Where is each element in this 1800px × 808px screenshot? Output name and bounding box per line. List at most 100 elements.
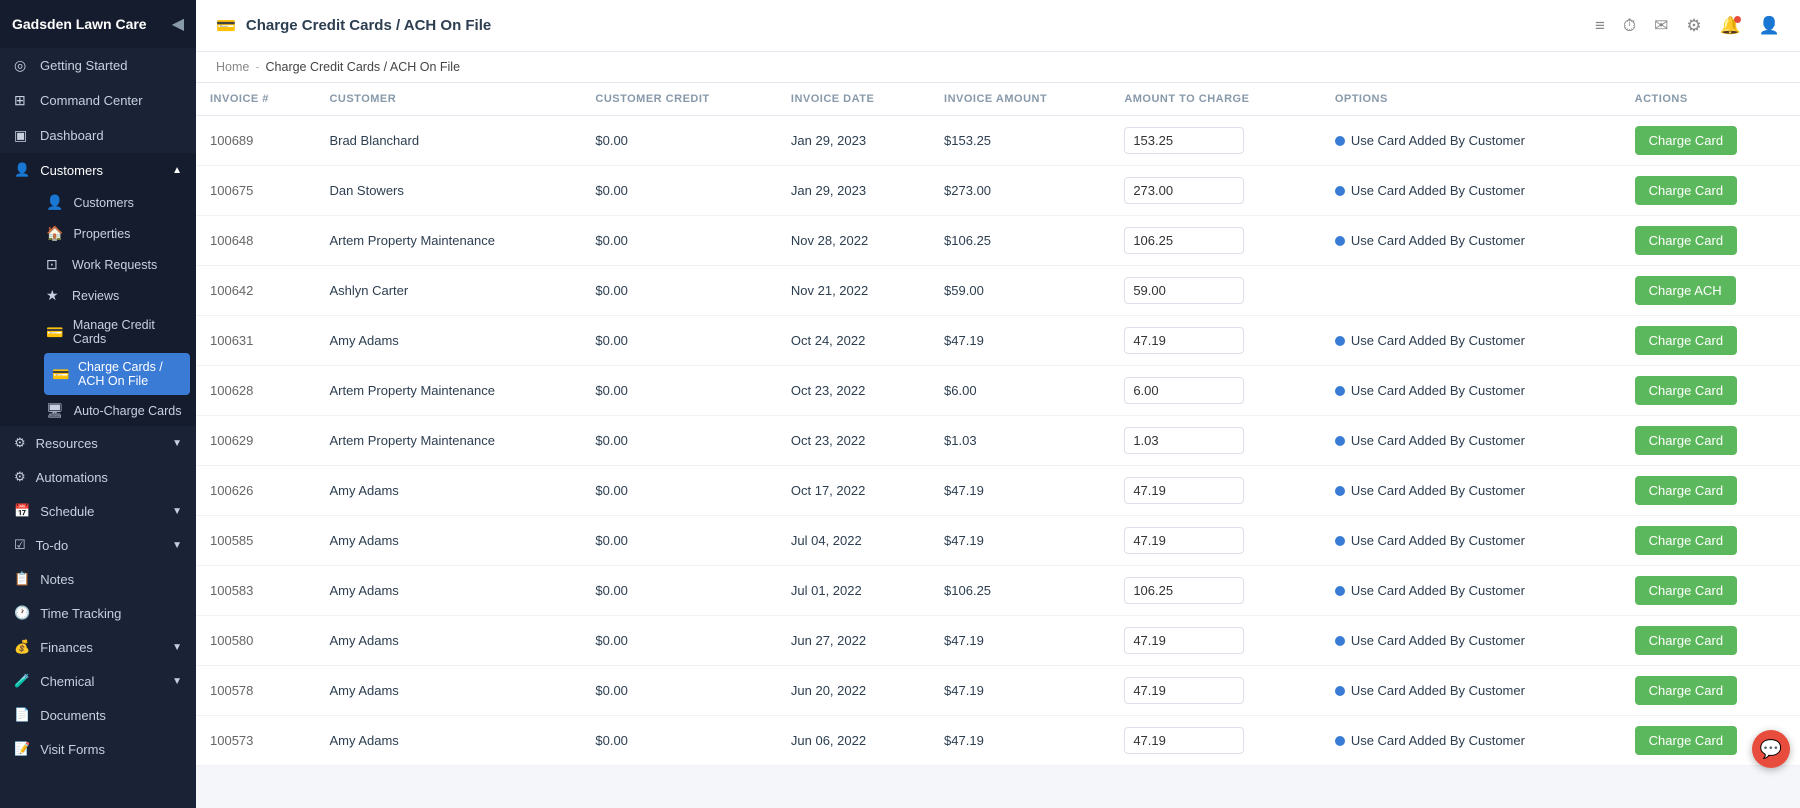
charge-amount-input[interactable]: [1124, 477, 1244, 504]
sidebar-item-auto-charge-cards[interactable]: 🖥 Auto-Charge Cards: [38, 395, 196, 426]
cell-charge-input: [1110, 466, 1321, 516]
table-row: 100628 Artem Property Maintenance $0.00 …: [196, 366, 1800, 416]
charge-amount-input[interactable]: [1124, 677, 1244, 704]
sidebar-label: Notes: [40, 572, 74, 587]
charge-amount-input[interactable]: [1124, 177, 1244, 204]
breadcrumb-home[interactable]: Home: [216, 60, 249, 74]
charge-card-button[interactable]: Charge Card: [1635, 726, 1737, 755]
sidebar-label: To-do: [36, 538, 69, 553]
menu-icon[interactable]: ≡: [1595, 16, 1605, 36]
cell-charge-input: [1110, 216, 1321, 266]
sidebar-item-notes[interactable]: 📋 Notes: [0, 562, 196, 596]
charge-amount-input[interactable]: [1124, 427, 1244, 454]
cell-option: [1321, 266, 1621, 316]
notification-icon[interactable]: 🔔: [1720, 16, 1741, 36]
cell-amount: $47.19: [930, 716, 1110, 766]
sidebar-collapse-button[interactable]: ◀: [172, 14, 184, 34]
charge-amount-input[interactable]: [1124, 577, 1244, 604]
charge-amount-input[interactable]: [1124, 127, 1244, 154]
cell-invoice: 100628: [196, 366, 315, 416]
col-options: OPTIONS: [1321, 83, 1621, 116]
sidebar-item-schedule[interactable]: 📅 Schedule ▼: [0, 494, 196, 528]
sidebar-item-getting-started[interactable]: ◎ Getting Started: [0, 48, 196, 83]
sidebar-item-work-requests[interactable]: ⊡ Work Requests: [38, 249, 196, 280]
schedule-icon: 📅: [14, 503, 30, 519]
sidebar-label: Getting Started: [40, 58, 127, 73]
cell-invoice: 100675: [196, 166, 315, 216]
sidebar-item-visit-forms[interactable]: 📝 Visit Forms: [0, 732, 196, 766]
charge-amount-input[interactable]: [1124, 527, 1244, 554]
charge-amount-input[interactable]: [1124, 227, 1244, 254]
sidebar-item-automations[interactable]: ⚙ Automations: [0, 460, 196, 494]
cell-customer: Amy Adams: [315, 566, 581, 616]
cell-invoice: 100573: [196, 716, 315, 766]
sidebar-item-reviews[interactable]: ★ Reviews: [38, 280, 196, 311]
sidebar-item-todo[interactable]: ☑ To-do ▼: [0, 528, 196, 562]
cell-date: Jan 29, 2023: [777, 116, 930, 166]
charge-card-button[interactable]: Charge Card: [1635, 626, 1737, 655]
cell-amount: $47.19: [930, 516, 1110, 566]
sidebar-sub-customers: 👤 Customers 🏠 Properties ⊡ Work Requests…: [0, 187, 196, 426]
charge-card-button[interactable]: Charge Card: [1635, 426, 1737, 455]
cell-credit: $0.00: [581, 316, 777, 366]
sidebar-item-dashboard[interactable]: ▣ Dashboard: [0, 118, 196, 153]
option-indicator: [1335, 236, 1345, 246]
cell-credit: $0.00: [581, 266, 777, 316]
charge-card-button[interactable]: Charge Card: [1635, 476, 1737, 505]
sidebar-item-chemical[interactable]: 🧪 Chemical ▼: [0, 664, 196, 698]
option-indicator: [1335, 536, 1345, 546]
timer-icon[interactable]: ⏱: [1623, 16, 1636, 36]
col-credit: CUSTOMER CREDIT: [581, 83, 777, 116]
charge-card-button[interactable]: Charge Card: [1635, 526, 1737, 555]
option-indicator: [1335, 636, 1345, 646]
notes-icon: 📋: [14, 571, 30, 587]
charge-amount-input[interactable]: [1124, 327, 1244, 354]
charge-card-button[interactable]: Charge Card: [1635, 376, 1737, 405]
cell-date: Jun 06, 2022: [777, 716, 930, 766]
charge-amount-input[interactable]: [1124, 627, 1244, 654]
sidebar-item-command-center[interactable]: ⊞ Command Center: [0, 83, 196, 118]
sidebar-item-documents[interactable]: 📄 Documents: [0, 698, 196, 732]
charge-ach-button[interactable]: Charge ACH: [1635, 276, 1736, 305]
main-content: 💳 Charge Credit Cards / ACH On File ≡ ⏱ …: [196, 0, 1800, 808]
sidebar-item-resources[interactable]: ⚙ Resources ▼: [0, 426, 196, 460]
charge-card-button[interactable]: Charge Card: [1635, 676, 1737, 705]
cell-customer: Ashlyn Carter: [315, 266, 581, 316]
sidebar-item-manage-credit-cards[interactable]: 💳 Manage Credit Cards: [38, 311, 196, 353]
chevron-down-icon: ▼: [172, 540, 182, 551]
message-icon[interactable]: ✉: [1654, 16, 1668, 36]
option-indicator: [1335, 436, 1345, 446]
sidebar-item-customers-sub[interactable]: 👤 Customers: [38, 187, 196, 218]
cell-invoice: 100642: [196, 266, 315, 316]
page-title-text: Charge Credit Cards / ACH On File: [246, 17, 491, 34]
charge-amount-input[interactable]: [1124, 727, 1244, 754]
sidebar-item-charge-cards-ach[interactable]: 💳 Charge Cards / ACH On File: [44, 353, 190, 395]
sidebar-item-time-tracking[interactable]: 🕐 Time Tracking: [0, 596, 196, 630]
option-text: Use Card Added By Customer: [1351, 583, 1525, 598]
settings-icon[interactable]: ⚙: [1686, 16, 1701, 36]
cell-customer: Amy Adams: [315, 716, 581, 766]
table-row: 100626 Amy Adams $0.00 Oct 17, 2022 $47.…: [196, 466, 1800, 516]
charge-card-button[interactable]: Charge Card: [1635, 226, 1737, 255]
cell-amount: $106.25: [930, 216, 1110, 266]
option-indicator: [1335, 386, 1345, 396]
charge-card-button[interactable]: Charge Card: [1635, 176, 1737, 205]
option-indicator: [1335, 486, 1345, 496]
user-icon[interactable]: 👤: [1759, 16, 1780, 36]
dashboard-icon: ▣: [14, 127, 30, 144]
sidebar-item-properties[interactable]: 🏠 Properties: [38, 218, 196, 249]
charge-card-button[interactable]: Charge Card: [1635, 126, 1737, 155]
table-row: 100642 Ashlyn Carter $0.00 Nov 21, 2022 …: [196, 266, 1800, 316]
sidebar-item-finances[interactable]: 💰 Finances ▼: [0, 630, 196, 664]
charge-card-button[interactable]: Charge Card: [1635, 576, 1737, 605]
cell-invoice: 100631: [196, 316, 315, 366]
chat-button[interactable]: 💬: [1752, 730, 1790, 768]
cell-invoice: 100626: [196, 466, 315, 516]
page-title: 💳 Charge Credit Cards / ACH On File: [216, 16, 491, 36]
sidebar-item-customers[interactable]: 👤 Customers ▲: [0, 153, 196, 187]
cell-option: Use Card Added By Customer: [1321, 316, 1621, 366]
charge-card-button[interactable]: Charge Card: [1635, 326, 1737, 355]
charge-amount-input[interactable]: [1124, 377, 1244, 404]
sidebar-label: Work Requests: [72, 258, 157, 272]
charge-amount-input[interactable]: [1124, 277, 1244, 304]
